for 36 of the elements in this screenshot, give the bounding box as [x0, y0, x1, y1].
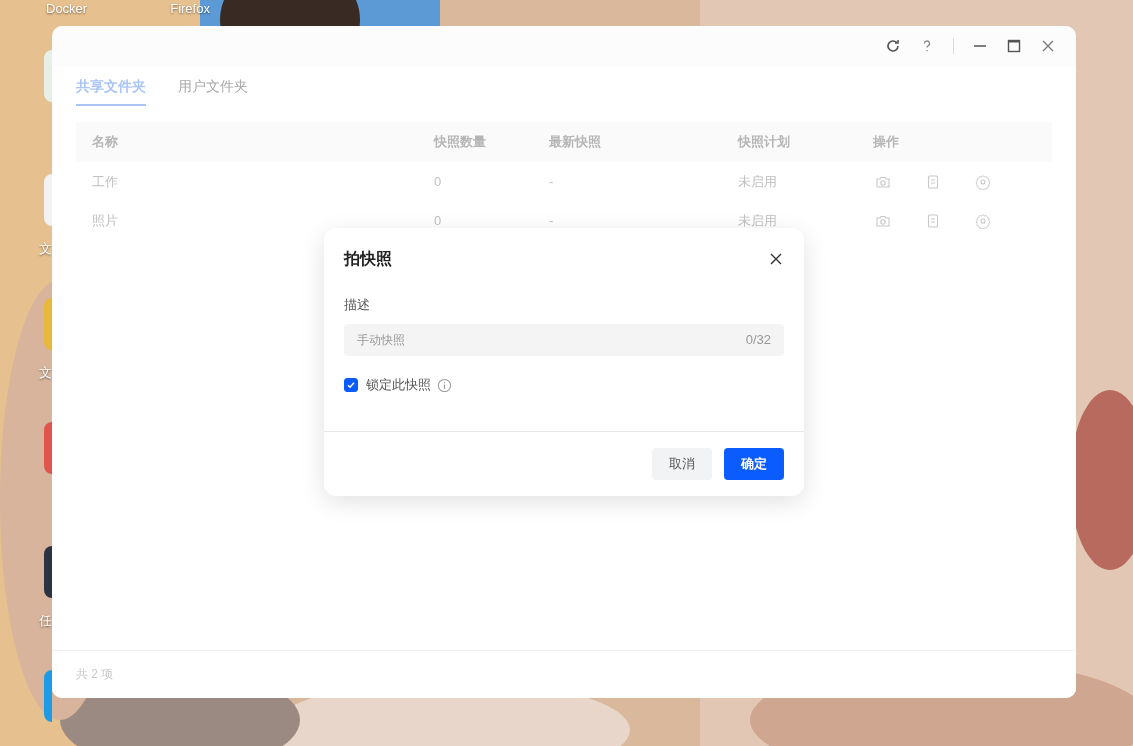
- info-icon[interactable]: [437, 377, 452, 393]
- table-cell-text: 工作: [92, 172, 119, 191]
- desktop-icon-label[interactable]: 文: [39, 240, 52, 258]
- table-cell-text: 照片: [92, 211, 119, 230]
- column-header: 最新快照: [549, 133, 602, 151]
- checkbox-label: 锁定此快照: [366, 376, 431, 394]
- desktop-icon-label[interactable]: 文: [39, 364, 52, 382]
- column-header: 快照计划: [738, 133, 791, 151]
- table-cell-text: 未启用: [738, 211, 778, 230]
- column-header: 快照数量: [434, 133, 487, 151]
- table-cell-text: -: [549, 213, 555, 228]
- tab[interactable]: 用户文件夹: [178, 78, 248, 106]
- app-icon[interactable]: [44, 546, 52, 598]
- refresh-icon[interactable]: [885, 38, 901, 54]
- table-cell-text: 0: [434, 213, 443, 228]
- column-header: 操作: [873, 133, 899, 151]
- maximize-icon[interactable]: [1006, 38, 1022, 54]
- cancel-button[interactable]: 取消: [652, 448, 712, 480]
- table-cell-text: -: [549, 174, 555, 189]
- confirm-button[interactable]: 确定: [724, 448, 784, 480]
- dialog-title: 拍快照: [344, 248, 392, 269]
- table-cell-text: 未启用: [738, 172, 778, 191]
- desktop-icon-label[interactable]: 任: [39, 612, 52, 630]
- document-icon[interactable]: [925, 173, 941, 190]
- close-icon[interactable]: [768, 251, 784, 267]
- settings-icon[interactable]: [975, 173, 991, 190]
- tab[interactable]: 共享文件夹: [76, 78, 146, 106]
- field-label: 描述: [344, 296, 371, 314]
- checkbox[interactable]: [344, 378, 358, 392]
- checkmark-icon: [346, 380, 356, 390]
- desktop-icon-label[interactable]: Docker: [46, 1, 88, 16]
- document-icon[interactable]: [925, 212, 941, 229]
- character-counter: 0/32: [745, 332, 771, 347]
- settings-icon[interactable]: [975, 212, 991, 229]
- table-cell-text: 0: [434, 174, 443, 189]
- column-header: 名称: [92, 133, 119, 151]
